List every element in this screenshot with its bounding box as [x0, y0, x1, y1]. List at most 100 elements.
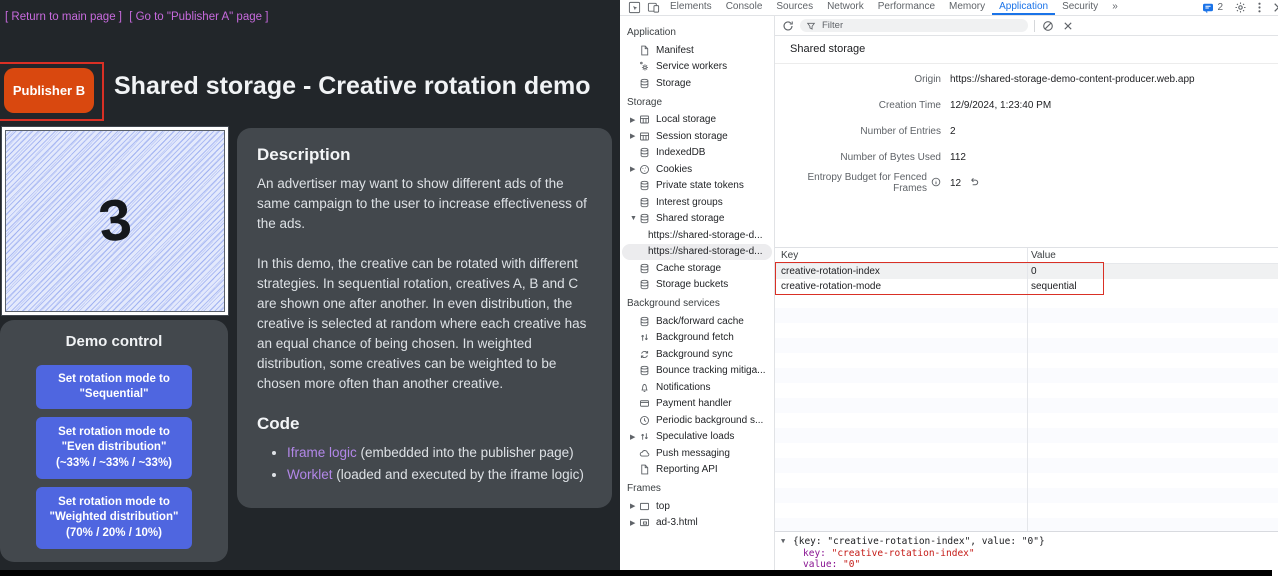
issues-button[interactable]: 2: [1202, 2, 1223, 14]
more-options-kebab-icon[interactable]: [1253, 1, 1266, 14]
preview-entry: key: "creative-rotation-index": [781, 548, 1278, 560]
refresh-icon[interactable]: [782, 20, 794, 32]
metadata-value: 2: [950, 126, 956, 137]
return-to-main-link[interactable]: [ Return to main page ]: [5, 11, 122, 23]
sidebar-item-notifications[interactable]: Notifications: [620, 379, 774, 396]
tab-more[interactable]: »: [1105, 0, 1125, 15]
service-worker-icon: [639, 61, 650, 72]
sidebar-item-background-sync[interactable]: Background sync: [620, 346, 774, 363]
metadata-value: 12: [950, 176, 980, 190]
sidebar-item-storage-buckets[interactable]: Storage buckets: [620, 277, 774, 294]
funnel-icon: [806, 21, 816, 31]
tree-arrow-icon[interactable]: ▶: [630, 165, 639, 173]
sidebar-item-background-fetch[interactable]: Background fetch: [620, 330, 774, 347]
metadata-value-text: 12: [950, 178, 961, 189]
sidebar-item-label: top: [656, 501, 670, 512]
sidebar-section-frames: Frames: [620, 478, 774, 498]
sidebar-item-label: https://shared-storage-d...: [648, 246, 763, 257]
sidebar-item-label: https://shared-storage-d...: [648, 230, 763, 241]
sidebar-item-cookies[interactable]: ▶Cookies: [620, 161, 774, 178]
sidebar-item-push-messaging[interactable]: Push messaging: [620, 445, 774, 462]
reset-budget-icon[interactable]: [969, 176, 980, 190]
sidebar-item-private-state-tokens[interactable]: Private state tokens: [620, 178, 774, 195]
sidebar-item-ad-3-html[interactable]: ▶ ad-3.html: [620, 515, 774, 532]
sidebar-item-interest-groups[interactable]: Interest groups: [620, 194, 774, 211]
delete-selected-icon[interactable]: [1062, 20, 1074, 32]
transfer-icon: [639, 332, 650, 343]
cell-value: 0: [1027, 266, 1037, 277]
sidebar-section-application: Application: [620, 22, 774, 42]
key-value-table: Key Value creative-rotation-index0creati…: [775, 247, 1278, 531]
metadata-label-text: Creation Time: [879, 100, 941, 111]
expand-triangle-icon[interactable]: ▼: [781, 536, 793, 548]
database-icon: [639, 147, 650, 158]
tree-arrow-icon[interactable]: ▼: [630, 215, 639, 222]
info-icon[interactable]: [931, 177, 941, 190]
metadata-value-text: 112: [950, 152, 966, 163]
sidebar-item-speculative-loads[interactable]: ▶Speculative loads: [620, 429, 774, 446]
sidebar-item-https-shared-storage-d[interactable]: https://shared-storage-d...: [622, 244, 772, 261]
sidebar-item-payment-handler[interactable]: Payment handler: [620, 396, 774, 413]
clear-entries-icon[interactable]: [1042, 20, 1054, 32]
close-devtools-icon[interactable]: [1272, 1, 1278, 14]
table-icon: [639, 131, 650, 142]
sidebar-item-periodic-background-s[interactable]: Periodic background s...: [620, 412, 774, 429]
tree-arrow-icon[interactable]: ▶: [630, 433, 639, 441]
sidebar-item-session-storage[interactable]: ▶Session storage: [620, 128, 774, 145]
tree-arrow-icon[interactable]: ▶: [630, 132, 639, 140]
tab-console[interactable]: Console: [719, 0, 770, 15]
sidebar-item-indexeddb[interactable]: IndexedDB: [620, 145, 774, 162]
sidebar-item-back-forward-cache[interactable]: Back/forward cache: [620, 313, 774, 330]
tree-arrow-icon[interactable]: ▶: [630, 502, 639, 510]
sidebar-item-label: Notifications: [656, 382, 710, 393]
code-link-worklet[interactable]: Worklet: [287, 467, 333, 482]
sidebar-item-label: Back/forward cache: [656, 316, 744, 327]
tree-arrow-icon[interactable]: ▶: [630, 116, 639, 124]
code-link-iframe-logic[interactable]: Iframe logic: [287, 445, 357, 460]
settings-gear-icon[interactable]: [1234, 1, 1247, 14]
database-icon: [639, 78, 650, 89]
metadata-label: Origin: [775, 74, 941, 85]
sidebar-item-service-workers[interactable]: Service workers: [620, 59, 774, 76]
tab-network[interactable]: Network: [820, 0, 871, 15]
sidebar-item-cache-storage[interactable]: Cache storage: [620, 260, 774, 277]
tab-elements[interactable]: Elements: [663, 0, 719, 15]
sidebar-item-label: ad-3.html: [656, 517, 698, 528]
filter-input[interactable]: [820, 19, 994, 32]
preview-entries: key: "creative-rotation-index"value: "0": [781, 548, 1278, 571]
publisher-a-link[interactable]: [ Go to "Publisher A" page ]: [129, 11, 268, 23]
sidebar-item-shared-storage[interactable]: ▼Shared storage: [620, 211, 774, 228]
device-toolbar-icon[interactable]: [647, 1, 660, 14]
devtools-window: ElementsConsoleSourcesNetworkPerformance…: [620, 0, 1278, 576]
preview-summary: {key: "creative-rotation-index", value: …: [793, 536, 1045, 548]
iframe-icon: [639, 517, 650, 528]
sidebar-item-https-shared-storage-d[interactable]: https://shared-storage-d...: [620, 227, 774, 244]
metadata-row-number-of-bytes-used: Number of Bytes Used112: [775, 144, 1278, 170]
toolbar-separator: [1034, 20, 1035, 32]
rotation-mode-button-1[interactable]: Set rotation mode to "Sequential": [36, 365, 192, 409]
sidebar-item-manifest[interactable]: Manifest: [620, 42, 774, 59]
metadata-row-creation-time: Creation Time12/9/2024, 1:23:40 PM: [775, 92, 1278, 118]
filter-field[interactable]: [800, 19, 1028, 32]
sidebar-item-bounce-tracking-mitiga[interactable]: Bounce tracking mitiga...: [620, 363, 774, 380]
tab-sources[interactable]: Sources: [769, 0, 820, 15]
sidebar-item-local-storage[interactable]: ▶Local storage: [620, 112, 774, 129]
sidebar-item-storage[interactable]: Storage: [620, 75, 774, 92]
rotation-mode-button-3[interactable]: Set rotation mode to "Weighted distribut…: [36, 487, 192, 549]
rotation-mode-button-2[interactable]: Set rotation mode to "Even distribution"…: [36, 417, 192, 479]
tab-security[interactable]: Security: [1055, 0, 1105, 15]
tab-memory[interactable]: Memory: [942, 0, 992, 15]
tab-application[interactable]: Application: [992, 0, 1055, 15]
description-paragraph-2: In this demo, the creative can be rotate…: [257, 254, 592, 394]
sidebar-item-top[interactable]: ▶ top: [620, 498, 774, 515]
tab-performance[interactable]: Performance: [871, 0, 942, 15]
tree-arrow-icon[interactable]: ▶: [630, 519, 639, 527]
metadata-value: 112: [950, 152, 966, 163]
sidebar-item-reporting-api[interactable]: Reporting API: [620, 462, 774, 479]
document-icon: [639, 45, 650, 56]
sidebar-item-label: Push messaging: [656, 448, 730, 459]
database-icon: [639, 316, 650, 327]
devtools-tabbar: ElementsConsoleSourcesNetworkPerformance…: [620, 0, 1278, 16]
inspect-element-icon[interactable]: [628, 1, 641, 14]
panel-section-title: Shared storage: [775, 36, 1278, 64]
